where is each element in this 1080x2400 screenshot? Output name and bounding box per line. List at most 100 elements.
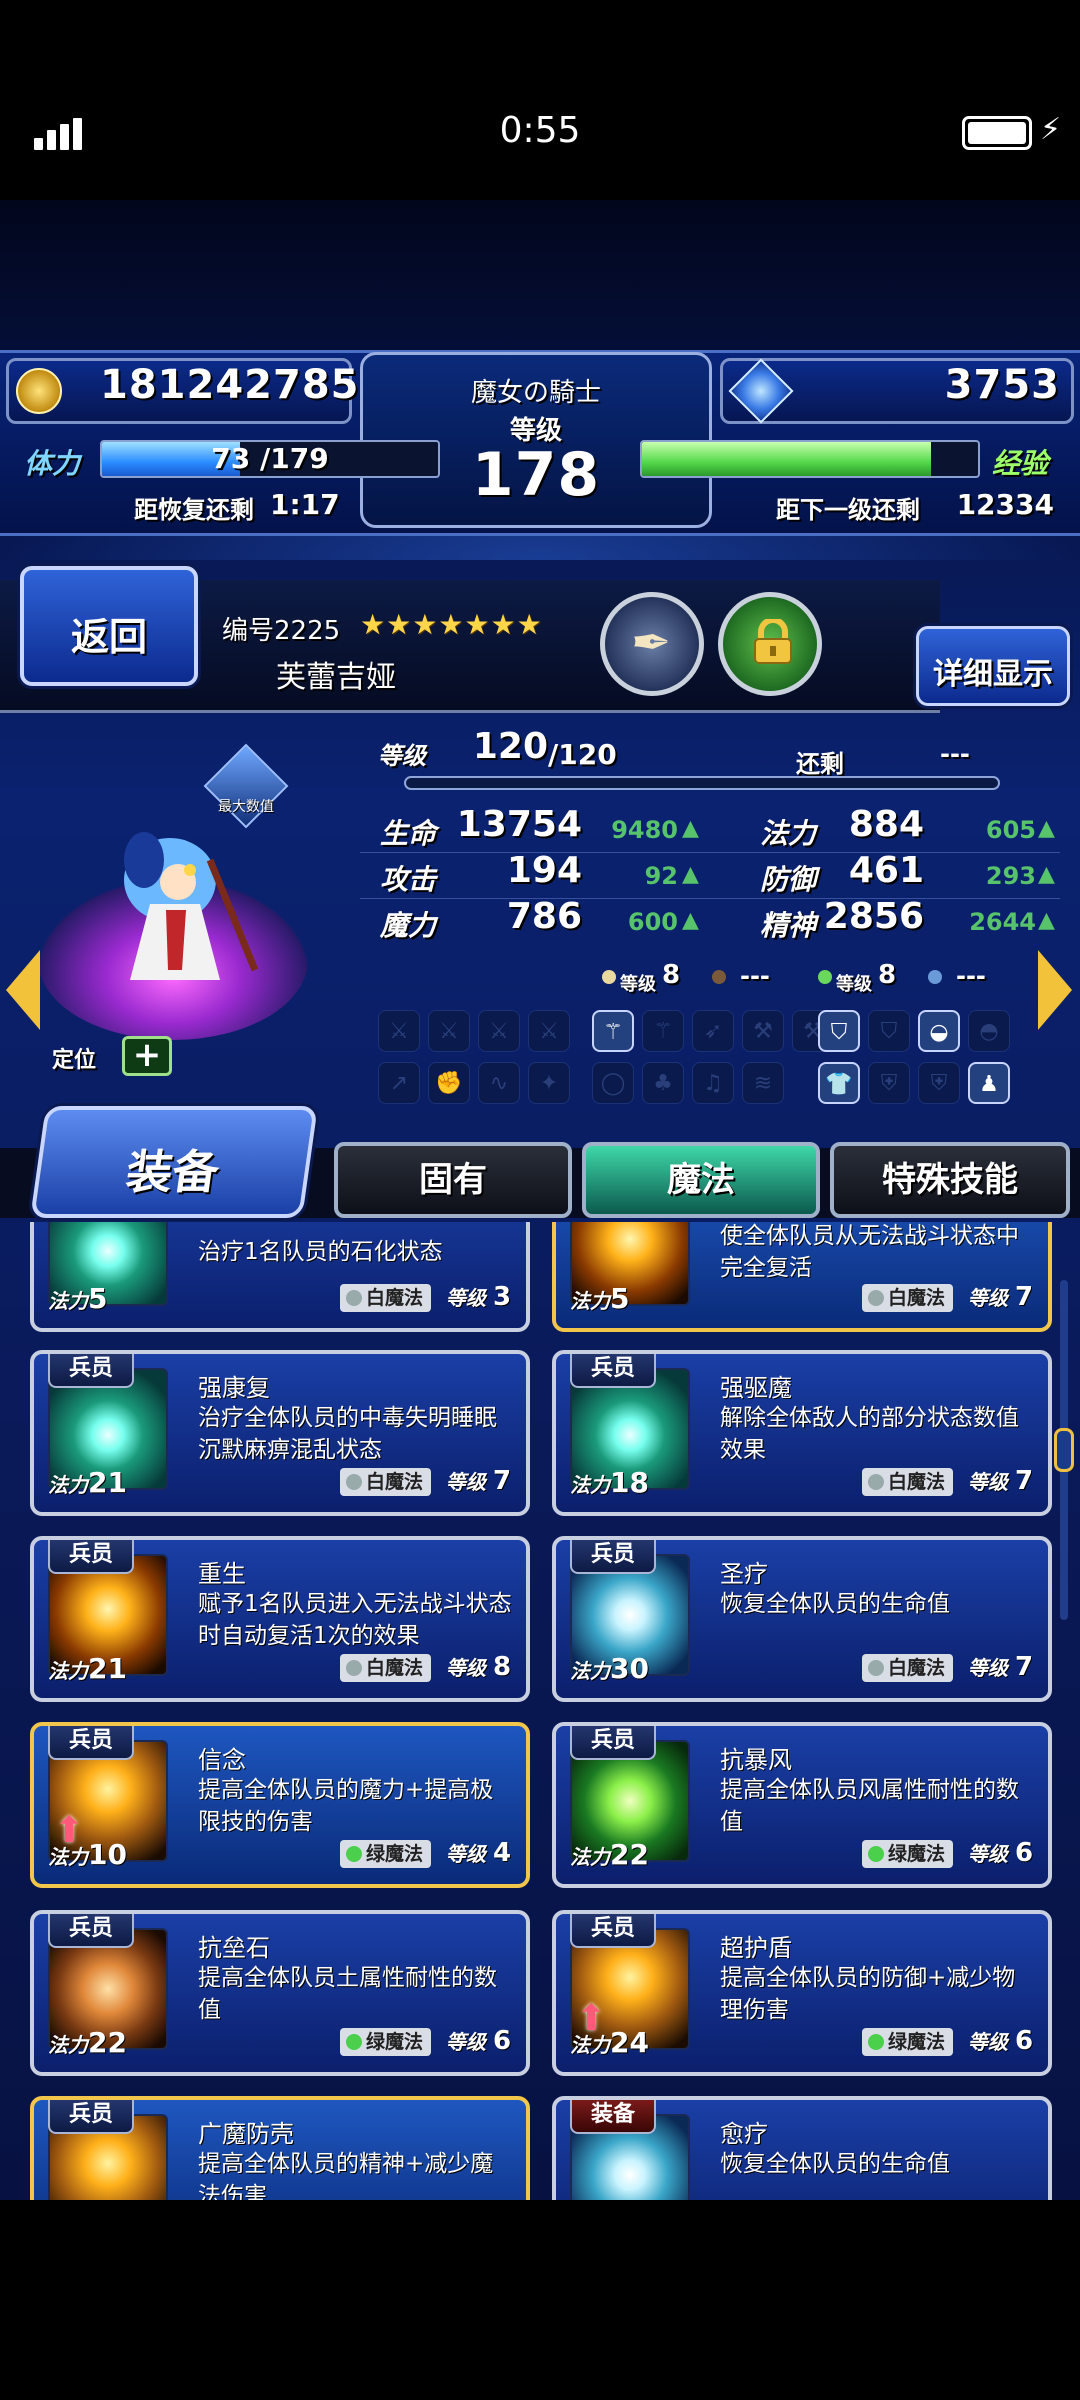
prev-unit-arrow[interactable]	[6, 950, 40, 1030]
tab-special-label: 特殊技能	[882, 1160, 1018, 1200]
card-cost: 法力5	[48, 1282, 108, 1315]
card-tag: 兵员	[570, 1914, 656, 1948]
card-school: 白魔法	[340, 1654, 432, 1682]
card-level: 等级 6	[968, 1838, 1034, 1868]
magic-card[interactable]: 兵员 圣疗 恢复全体队员的生命值 法力30 白魔法 等级 7	[552, 1536, 1052, 1702]
magic-card[interactable]: ⬆ 兵员 超护盾 提高全体队员的防御+减少物理伤害 法力24 绿魔法 等级 6	[552, 1910, 1052, 2076]
gil-coin-icon	[16, 368, 62, 414]
tab-magic-label: 魔法	[667, 1160, 735, 1200]
unit-id: 编号2225	[222, 616, 341, 646]
slot-throw: ✦	[528, 1062, 570, 1104]
slot-dagger: ⚔	[378, 1010, 420, 1052]
stat-def-value: 461	[848, 850, 924, 891]
card-cost: 法力22	[48, 2026, 127, 2059]
magic-card[interactable]: 兵员 广魔防壳 提高全体队员的精神+减少魔法伤害	[30, 2096, 530, 2202]
slot-shield-icon: ⛉	[818, 1010, 860, 1052]
position-label: 定位	[52, 1048, 97, 1073]
card-school: 白魔法	[862, 1284, 954, 1312]
lock-button[interactable]	[718, 592, 822, 696]
stat-mp-label: 法力	[760, 817, 817, 850]
enhance-orb-icon	[602, 970, 616, 984]
magic-card[interactable]: 装备 愈疗 恢复全体队员的生命值	[552, 2096, 1052, 2202]
card-title: 强康复	[198, 1374, 270, 1402]
stamina-label: 体力	[24, 447, 81, 480]
card-level: 等级 7	[446, 1466, 512, 1496]
stat-atk-value: 194	[506, 850, 582, 891]
unit-level-max: /120	[548, 738, 617, 771]
scrollbar-thumb[interactable]	[1054, 1428, 1074, 1472]
tab-equip[interactable]: 装备	[30, 1106, 318, 1218]
card-title: 重生	[198, 1560, 246, 1588]
enhance-value: 8	[662, 960, 681, 990]
card-desc: 治疗1名队员的石化状态	[198, 1239, 443, 1265]
position-add-button[interactable]: +	[122, 1036, 172, 1076]
stat-mp-bonus: 605	[985, 816, 1036, 844]
back-button-label: 返回	[70, 615, 147, 659]
card-tag: 兵员	[570, 1540, 656, 1574]
magic-card[interactable]: 兵员 抗垒石 提高全体队员土属性耐性的数值 法力22 绿魔法 等级 6	[30, 1910, 530, 2076]
card-school: 绿魔法	[862, 1840, 954, 1868]
detail-button[interactable]: 详细显示	[916, 626, 1070, 706]
magic-card[interactable]: 兵员 强驱魔 解除全体敌人的部分状态数值效果 法力18 白魔法 等级 7	[552, 1350, 1052, 1516]
card-school: 白魔法	[340, 1284, 432, 1312]
enhance-value: ---	[740, 962, 770, 990]
bottom-bar	[0, 2200, 1080, 2400]
card-tag: 兵员	[48, 1914, 134, 1948]
slot-robe-icon: ♟	[968, 1062, 1010, 1104]
card-title: 广魔防壳	[198, 2120, 294, 2148]
magic-card[interactable]: 兵员 重生 赋予1名队员进入无法战斗状态时自动复活1次的效果 法力21 白魔法 …	[30, 1536, 530, 1702]
unit-level: 120	[472, 726, 548, 767]
bonus-up-icon: ▲	[1038, 816, 1055, 841]
card-level: 等级 3	[446, 1282, 512, 1312]
card-school: 白魔法	[862, 1468, 954, 1496]
player-title: 魔女の騎士	[470, 378, 601, 408]
unit-exp-bar	[404, 776, 1000, 790]
gem-amount: 3753	[944, 362, 1060, 408]
card-title: 圣疗	[720, 1560, 768, 1588]
card-desc: 提高全体队员风属性耐性的数值	[720, 1777, 1019, 1835]
magic-list[interactable]: 治疗1名队员的石化状态 法力5 白魔法 等级 3 使全体队员从无法战斗状态中完全…	[0, 1222, 1080, 2202]
stat-def-bonus: 293	[985, 862, 1036, 890]
magic-card[interactable]: 兵员 强康复 治疗全体队员的中毒失明睡眠沉默麻痹混乱状态 法力21 白魔法 等级…	[30, 1350, 530, 1516]
card-tag: 兵员	[570, 1354, 656, 1388]
lock-icon	[751, 617, 795, 664]
card-level: 等级 7	[968, 1282, 1034, 1312]
tab-special[interactable]: 特殊技能	[830, 1142, 1070, 1218]
magic-card[interactable]: 使全体队员从无法战斗状态中完全复活 法力5 白魔法 等级 7	[552, 1222, 1052, 1332]
magic-card[interactable]: ⬆ 兵员 信念 提高全体队员的魔力+提高极限技的伤害 法力10 绿魔法 等级 4	[30, 1722, 530, 1888]
tab-innate[interactable]: 固有	[334, 1142, 572, 1218]
magic-card[interactable]: 兵员 抗暴风 提高全体队员风属性耐性的数值 法力22 绿魔法 等级 6	[552, 1722, 1052, 1888]
slot-helm: ◓	[968, 1010, 1010, 1052]
enhance-orb-icon	[818, 970, 832, 984]
card-desc: 提高全体队员的防御+减少物理伤害	[720, 1965, 1016, 2023]
stat-hp-value: 13754	[456, 804, 582, 845]
stat-spr-bonus: 2644	[969, 908, 1036, 936]
card-level: 等级 6	[968, 2026, 1034, 2056]
next-unit-arrow[interactable]	[1038, 950, 1072, 1030]
next-level-label: 距下一级还剩	[776, 496, 920, 524]
back-button[interactable]: 返回	[20, 566, 198, 686]
card-desc: 提高全体队员的精神+减少魔法伤害	[198, 2151, 494, 2202]
card-cost: 法力10	[48, 1838, 127, 1871]
enhance-orb-icon	[712, 970, 726, 984]
stat-def-label: 防御	[760, 863, 817, 896]
card-title: 强驱魔	[720, 1374, 792, 1402]
card-title: 超护盾	[720, 1934, 792, 1962]
unit-sprite[interactable]	[70, 820, 270, 1020]
card-title: 信念	[198, 1746, 246, 1774]
status-bar	[0, 0, 1080, 200]
tab-magic[interactable]: 魔法	[582, 1142, 820, 1218]
card-title: 愈疗	[720, 2120, 768, 2148]
slot-axe: ⚒	[742, 1010, 784, 1052]
recover-label: 距恢复还剩	[134, 496, 254, 524]
max-value-label: 最大数值	[218, 799, 274, 815]
stat-mp-value: 884	[848, 804, 924, 845]
card-tag: 兵员	[570, 1726, 656, 1760]
magic-card[interactable]: 治疗1名队员的石化状态 法力5 白魔法 等级 3	[30, 1222, 530, 1332]
slot-whip: ∿	[478, 1062, 520, 1104]
stat-mag-bonus: 600	[627, 908, 678, 936]
card-cost: 法力21	[48, 1652, 127, 1685]
unit-level-label: 等级	[378, 742, 426, 770]
stat-atk-bonus: 92	[644, 862, 678, 890]
quill-button[interactable]: ✒	[600, 592, 704, 696]
